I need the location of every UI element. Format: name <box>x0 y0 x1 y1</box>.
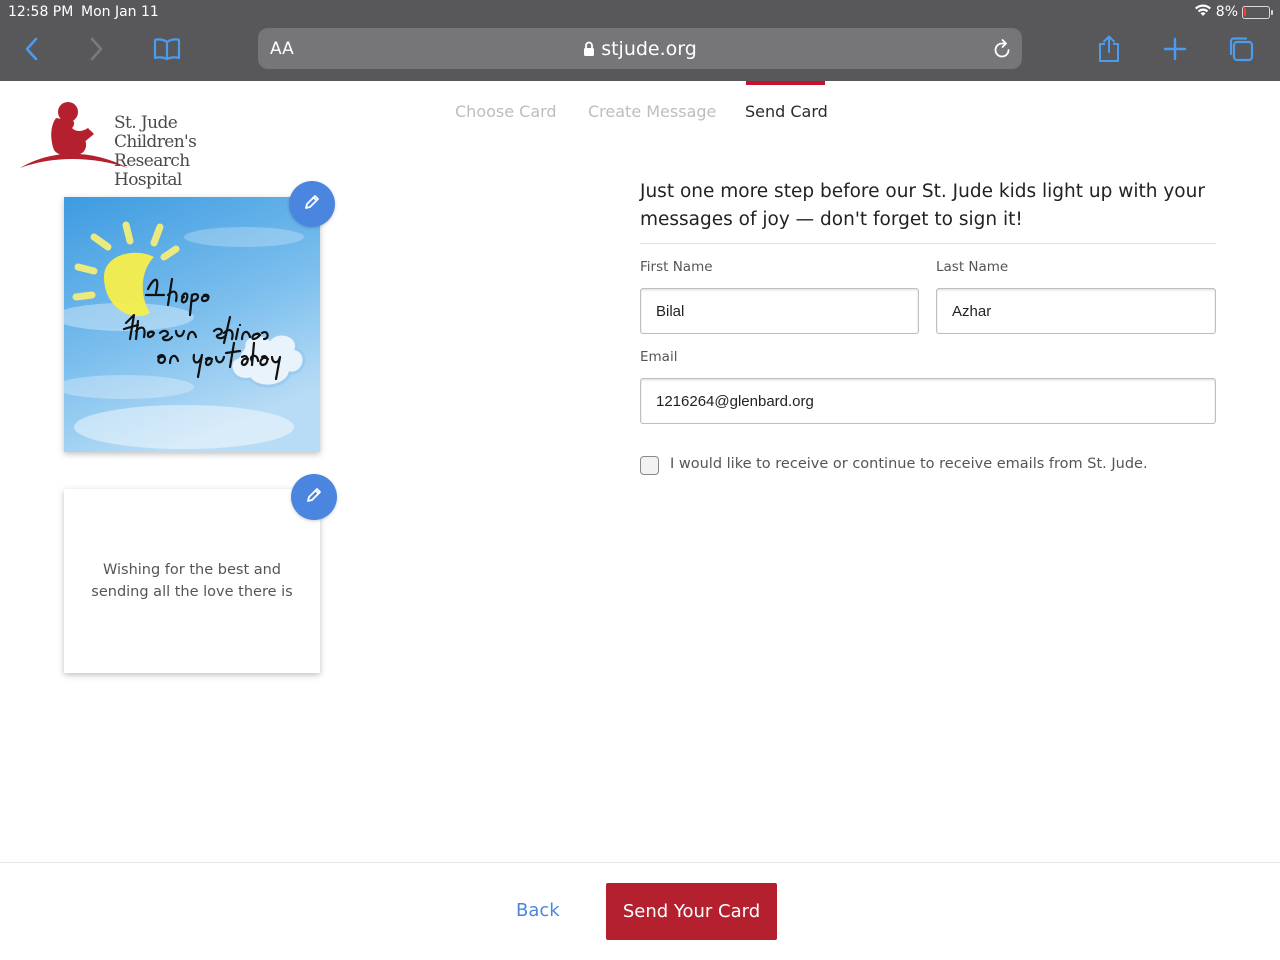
lock-icon <box>583 40 595 62</box>
step-send-card[interactable]: Send Card <box>745 102 828 121</box>
battery-icon <box>1242 5 1273 19</box>
browser-chrome: 12:58 PM Mon Jan 11 8% AA stjude.org <box>0 0 1280 81</box>
last-name-field[interactable] <box>936 288 1216 334</box>
bookmarks-icon[interactable] <box>152 34 182 64</box>
card-message: Wishing for the best and sending all the… <box>91 562 293 600</box>
status-indicators: 8% <box>1194 3 1273 21</box>
back-button[interactable]: Back <box>516 900 560 921</box>
email-field[interactable] <box>640 378 1216 424</box>
card-back: Wishing for the best and sending all the… <box>64 489 320 673</box>
signature-form: Just one more step before our St. Jude k… <box>640 178 1216 475</box>
wifi-icon <box>1194 3 1212 21</box>
status-time: 12:58 PM <box>8 4 74 20</box>
new-tab-icon[interactable] <box>1160 34 1190 64</box>
last-name-label: Last Name <box>936 259 1009 275</box>
edit-front-button[interactable] <box>289 181 335 227</box>
forward-icon[interactable] <box>82 34 112 64</box>
reload-icon[interactable] <box>992 38 1012 65</box>
url-text: stjude.org <box>601 38 697 60</box>
email-label: Email <box>640 349 678 365</box>
email-opt-in-label[interactable]: I would like to receive or continue to r… <box>670 456 1148 472</box>
pencil-icon <box>305 486 323 509</box>
status-date: Mon Jan 11 <box>81 4 159 20</box>
form-headline: Just one more step before our St. Jude k… <box>640 178 1216 244</box>
step-choose-card[interactable]: Choose Card <box>455 102 557 121</box>
battery-percent: 8% <box>1215 4 1238 20</box>
tabs-icon[interactable] <box>1226 34 1256 64</box>
card-front <box>64 197 320 452</box>
pencil-icon <box>303 193 321 216</box>
footer-actions: Back Send Your Card <box>0 862 1280 960</box>
edit-message-button[interactable] <box>291 474 337 520</box>
send-card-button[interactable]: Send Your Card <box>606 883 777 940</box>
active-step-indicator <box>746 81 825 85</box>
first-name-field[interactable] <box>640 288 919 334</box>
step-progress: Choose Card Create Message Send Card <box>0 102 1280 126</box>
card-front-artwork <box>64 197 320 452</box>
first-name-label: First Name <box>640 259 713 275</box>
url-display[interactable]: stjude.org <box>258 38 1022 62</box>
share-icon[interactable] <box>1094 34 1124 64</box>
step-create-message[interactable]: Create Message <box>588 102 716 121</box>
back-icon[interactable] <box>16 34 46 64</box>
email-opt-in-checkbox[interactable] <box>640 456 659 475</box>
address-bar[interactable]: AA stjude.org <box>258 28 1022 69</box>
